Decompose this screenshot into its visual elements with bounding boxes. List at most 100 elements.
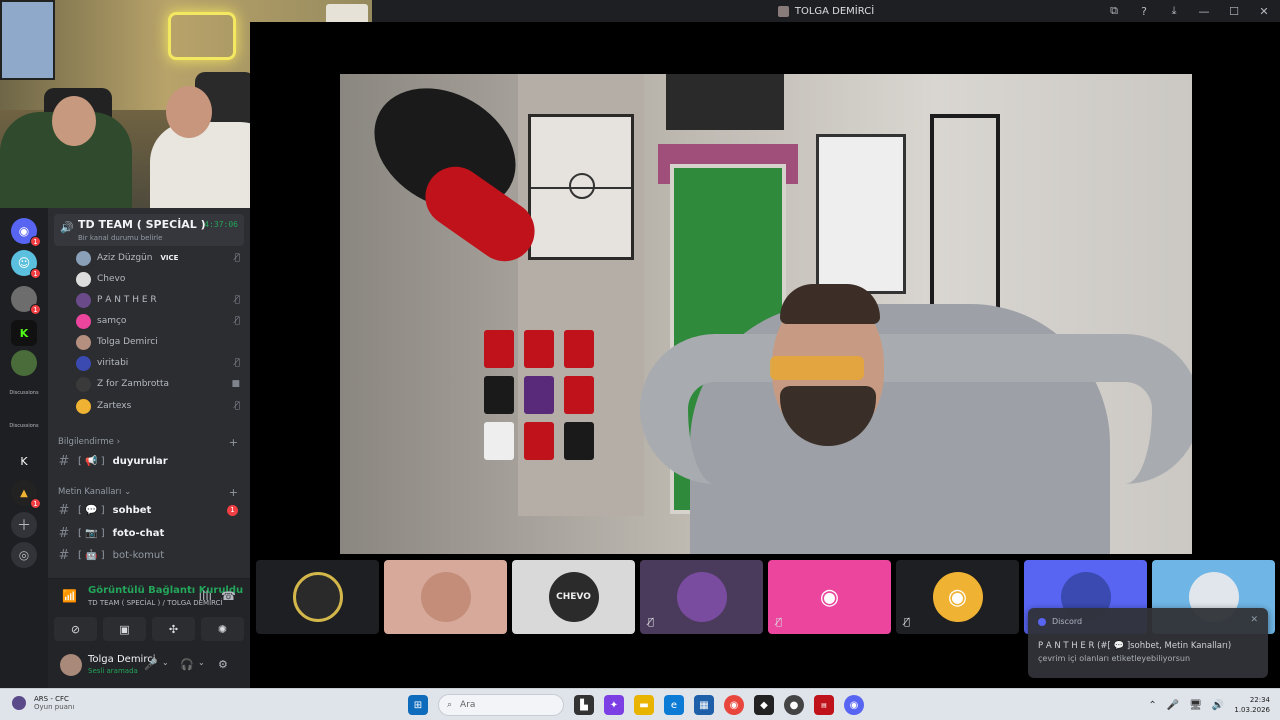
channel-status[interactable]: Bir kanal durumu belirle: [78, 234, 162, 242]
mic-muted-icon: 🎙̸: [234, 401, 240, 411]
chevron-up-icon[interactable]: ⌃: [1148, 700, 1156, 711]
voice-channel-name: TD TEAM ( SPECİAL ): [78, 218, 206, 231]
activities-button[interactable]: ✣: [152, 617, 195, 641]
help-icon[interactable]: ?: [1136, 5, 1152, 18]
widgets-button[interactable]: ARS - CFC Oyun puanı: [12, 695, 74, 711]
explore-servers-icon[interactable]: ◎: [11, 542, 37, 568]
disconnect-icon[interactable]: ☎: [221, 589, 236, 603]
server-label[interactable]: Discussions: [6, 423, 42, 429]
voice-member[interactable]: Tolga Demirci: [76, 333, 240, 351]
search-box[interactable]: ⌕ Ara: [438, 694, 564, 716]
avatar[interactable]: [60, 654, 82, 676]
participant-tile[interactable]: [256, 560, 379, 634]
add-channel-icon[interactable]: +: [229, 486, 238, 499]
minimize-button[interactable]: —: [1196, 5, 1212, 18]
edge-icon[interactable]: e: [664, 695, 684, 715]
title-bar: TOLGA DEMİRCİ ⧉ ? ⤓ — ☐ ✕: [372, 0, 1280, 22]
user-avatar-icon: [777, 5, 789, 17]
avatar: [76, 292, 91, 308]
participant-tile[interactable]: CHEVO: [512, 560, 635, 634]
server-avatar[interactable]: 1: [11, 286, 41, 315]
microphone-icon[interactable]: 🎤: [144, 658, 158, 671]
notification-body: çevrim içi olanları etiketleyebiliyorsun: [1038, 654, 1191, 663]
participant-tile[interactable]: [384, 560, 507, 634]
category-chat[interactable]: Metin Kanalları ⌄ +: [58, 486, 240, 499]
popout-icon[interactable]: ⧉: [1106, 4, 1122, 18]
role-tag: VICE: [160, 254, 179, 262]
wolf-app-icon[interactable]: ◆: [754, 695, 774, 715]
start-button[interactable]: ⊞: [408, 695, 428, 715]
avatar: [76, 271, 91, 287]
channel-bot-komut[interactable]: # [ 🤖 ] bot-komut: [58, 545, 240, 565]
close-button[interactable]: ✕: [1256, 5, 1272, 18]
add-server-icon[interactable]: ＋: [11, 512, 37, 538]
server-nature[interactable]: [11, 350, 37, 376]
store-icon[interactable]: ▦: [694, 695, 714, 715]
download-icon[interactable]: ⤓: [1166, 4, 1182, 18]
discord-logo-icon: ◉: [932, 572, 983, 622]
wall-poster: [0, 0, 55, 80]
file-explorer-icon[interactable]: ▬: [634, 695, 654, 715]
channel-foto-chat[interactable]: # [ 📷 ] foto-chat: [58, 523, 240, 543]
mic-muted-icon: 🎙̸: [234, 316, 240, 326]
server-smile[interactable]: ☺ 1: [11, 250, 41, 279]
chevron-down-icon[interactable]: ⌄: [198, 658, 205, 667]
server-discord[interactable]: ◉ 1: [11, 218, 41, 247]
server-eagle[interactable]: ▲ 1: [11, 480, 41, 509]
discord-logo-icon: [1038, 618, 1046, 626]
network-icon[interactable]: 🖥: [1189, 700, 1202, 711]
camera-off-button[interactable]: ⊘: [54, 617, 97, 641]
participant-tile[interactable]: 🎙̸: [640, 560, 763, 634]
system-clock[interactable]: 22:34 1.03.2026: [1234, 695, 1270, 715]
mic-muted-icon: 🎙̸: [234, 358, 240, 368]
close-icon[interactable]: ✕: [1250, 615, 1258, 625]
search-icon: ⌕: [447, 700, 453, 710]
avatar: [76, 334, 91, 350]
recording-app-icon[interactable]: ●: [784, 695, 804, 715]
soundboard-button[interactable]: ✺: [201, 617, 244, 641]
hash-icon: #: [58, 525, 70, 541]
participant-tile[interactable]: ◉ 🎙̸: [896, 560, 1019, 634]
notification-title: P A N T H E R (#[ 💬 ]sohbet, Metin Kanal…: [1038, 641, 1232, 651]
chrome-icon[interactable]: ◉: [724, 695, 744, 715]
main-video-feed[interactable]: [340, 74, 1192, 554]
server-letter[interactable]: K: [11, 448, 37, 474]
voice-member[interactable]: Z for Zambrotta ■: [76, 375, 240, 393]
add-channel-icon[interactable]: +: [229, 436, 238, 449]
headphones-icon[interactable]: 🎧: [180, 658, 194, 671]
server-kick[interactable]: K: [11, 320, 37, 346]
screen-share-button[interactable]: ▣: [103, 617, 146, 641]
maximize-button[interactable]: ☐: [1226, 5, 1242, 18]
microphone-icon[interactable]: 🎤: [1167, 700, 1179, 711]
clock-time: 22:34: [1249, 696, 1270, 704]
mic-muted-icon: 🎙̸: [648, 617, 655, 628]
noise-suppression-icon[interactable]: ıllı: [199, 589, 212, 603]
channel-sohbet[interactable]: # [ 💬 ] sohbet 1: [58, 500, 240, 520]
signal-icon[interactable]: 📶: [62, 589, 77, 603]
participant-tile[interactable]: ◉ 🎙̸: [768, 560, 891, 634]
voice-member[interactable]: samço 🎙̸: [76, 312, 240, 330]
channel-duyurular[interactable]: # [ 📢 ] duyurular: [58, 451, 240, 471]
copilot-icon[interactable]: ✦: [604, 695, 624, 715]
server-label[interactable]: Discussions: [6, 390, 42, 396]
discord-taskbar-icon[interactable]: ◉: [844, 695, 864, 715]
discord-notification[interactable]: Discord ✕ P A N T H E R (#[ 💬 ]sohbet, M…: [1028, 608, 1268, 678]
voice-channel-header[interactable]: 🔊 TD TEAM ( SPECİAL ) Bir kanal durumu b…: [54, 214, 244, 246]
media-app-icon[interactable]: ▤: [814, 695, 834, 715]
channel-sidebar: 🔊 TD TEAM ( SPECİAL ) Bir kanal durumu b…: [48, 208, 250, 688]
chevron-down-icon[interactable]: ⌄: [162, 658, 169, 667]
voice-member[interactable]: Aziz Düzgün VICE 🎙̸: [76, 249, 240, 267]
task-view-icon[interactable]: ▙: [574, 695, 594, 715]
voice-member[interactable]: Zartexs 🎙̸: [76, 397, 240, 415]
volume-icon[interactable]: 🔊: [1212, 700, 1224, 711]
discord-logo-icon: ◉: [804, 572, 855, 622]
voice-member[interactable]: Chevo: [76, 270, 240, 288]
neon-sign: [168, 12, 236, 60]
voice-member[interactable]: viritabi 🎙̸: [76, 354, 240, 372]
voice-connection-panel: 📶 Görüntülü Bağlantı Kuruldu TD TEAM ( S…: [48, 578, 250, 646]
mic-muted-icon: 🎙̸: [776, 617, 783, 628]
speaker-icon: 🔊: [60, 221, 74, 234]
voice-member[interactable]: P A N T H E R 🎙̸: [76, 291, 240, 309]
category-info[interactable]: Bilgilendirme › +: [58, 436, 240, 449]
settings-gear-icon[interactable]: ⚙: [218, 658, 228, 671]
